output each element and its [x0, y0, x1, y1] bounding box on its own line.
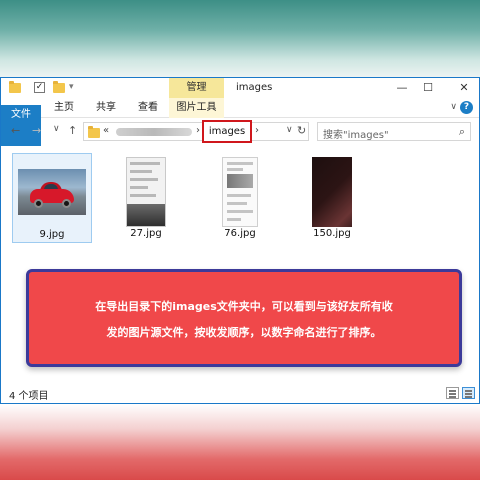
- refresh-button[interactable]: ↻: [297, 124, 306, 137]
- annotation-callout: 在导出目录下的images文件夹中，可以看到与该好友所有收 发的图片源文件，按收…: [26, 269, 462, 367]
- forward-button[interactable]: →: [32, 124, 41, 137]
- window-title: images: [236, 82, 273, 93]
- tab-home[interactable]: 主页: [45, 98, 83, 118]
- callout-line-1: 在导出目录下的images文件夹中，可以看到与该好友所有收: [95, 300, 393, 313]
- blurred-path-segment[interactable]: [116, 128, 192, 136]
- address-separator[interactable]: ›: [196, 125, 200, 136]
- file-item[interactable]: 76.jpg: [200, 153, 280, 243]
- file-name: 150.jpg: [313, 228, 351, 239]
- address-overflow[interactable]: «: [103, 125, 109, 136]
- callout-line-2: 发的图片源文件，按收发顺序，以数字命名进行了排序。: [106, 326, 382, 339]
- item-count: 4 个项目: [9, 391, 49, 402]
- folder-icon: [88, 126, 100, 138]
- file-name: 76.jpg: [224, 228, 256, 239]
- back-button[interactable]: ←: [11, 124, 20, 137]
- context-tab-manage[interactable]: 管理: [169, 78, 224, 98]
- file-item[interactable]: 150.jpg: [292, 153, 372, 243]
- tab-view[interactable]: 查看: [129, 98, 167, 118]
- address-bar[interactable]: « › images › ∨: [83, 120, 309, 143]
- dark-photo-thumbnail: [312, 157, 352, 227]
- recent-locations-button[interactable]: ∨: [53, 124, 60, 134]
- maximize-button[interactable]: ☐: [413, 78, 443, 98]
- phone-screenshot-thumbnail: [222, 157, 258, 227]
- search-placeholder: 搜索"images": [323, 130, 389, 141]
- red-car-thumbnail: [18, 169, 86, 215]
- file-item[interactable]: 27.jpg: [106, 153, 186, 243]
- tab-share[interactable]: 共享: [87, 98, 125, 118]
- new-folder-icon[interactable]: [53, 81, 65, 93]
- file-name: 27.jpg: [130, 228, 162, 239]
- close-button[interactable]: ✕: [449, 78, 479, 98]
- screen-photo-thumbnail: [126, 157, 166, 227]
- search-icon[interactable]: ⌕: [459, 125, 465, 139]
- search-input[interactable]: 搜索"images" ⌕: [317, 122, 471, 141]
- expand-ribbon-icon[interactable]: ∨: [450, 102, 457, 112]
- up-button[interactable]: ↑: [68, 124, 77, 137]
- background-bottom: [0, 404, 480, 480]
- tab-picture-tools[interactable]: 图片工具: [169, 98, 224, 118]
- current-folder-crumb[interactable]: images: [202, 120, 252, 143]
- status-bar: 4 个项目: [1, 383, 479, 403]
- ribbon-tabs: 文件 主页 共享 查看 图片工具 ∨ ?: [1, 98, 479, 195]
- address-separator[interactable]: ›: [255, 125, 259, 136]
- help-icon[interactable]: ?: [460, 101, 473, 114]
- address-dropdown-icon[interactable]: ∨: [286, 125, 293, 135]
- large-icons-view-icon[interactable]: [462, 387, 475, 399]
- folder-icon: [9, 81, 21, 93]
- properties-icon[interactable]: ✓: [34, 82, 45, 93]
- title-bar: ✓ ▾ 管理 images — ☐ ✕: [1, 78, 479, 98]
- quick-access-dropdown-icon[interactable]: ▾: [69, 82, 74, 92]
- file-name: 9.jpg: [39, 229, 65, 240]
- navigation-bar: ← → ∨ ↑ « › images › ∨ ↻ 搜索"images" ⌕: [1, 119, 479, 145]
- file-item[interactable]: 9.jpg: [12, 153, 92, 243]
- details-view-icon[interactable]: [446, 387, 459, 399]
